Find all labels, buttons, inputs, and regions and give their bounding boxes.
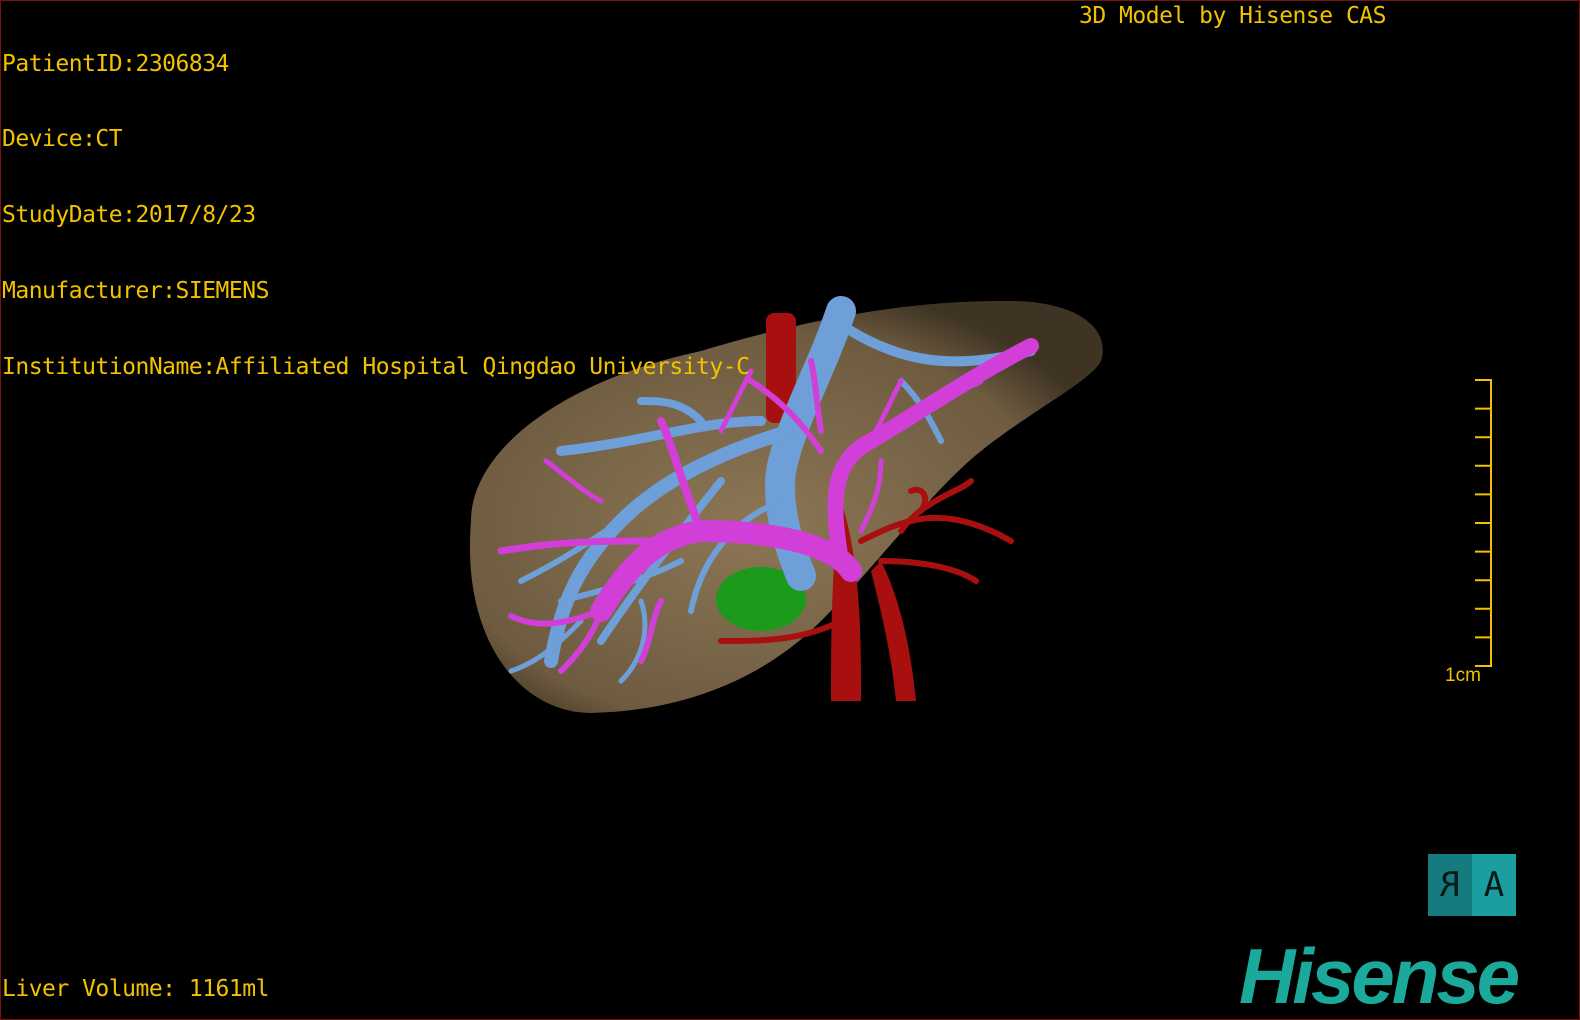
institution-name: InstitutionName:Affiliated Hospital Qing… — [2, 354, 750, 381]
scale-bar — [1475, 379, 1492, 667]
manufacturer: Manufacturer:SIEMENS — [2, 278, 269, 305]
patient-id: PatientID:2306834 — [2, 50, 229, 77]
3d-viewport[interactable]: PatientID:2306834 Device:CT StudyDate:20… — [0, 0, 1580, 1020]
hisense-logo: Hisense — [1239, 932, 1520, 1020]
orientation-anterior-face[interactable]: A — [1472, 854, 1516, 916]
liver-volume: Liver Volume: 1161ml — [2, 976, 269, 1002]
orientation-cube[interactable]: R A — [1428, 854, 1516, 916]
study-date: StudyDate:2017/8/23 — [2, 202, 256, 229]
device: Device:CT — [2, 126, 123, 153]
orientation-right-face[interactable]: R — [1428, 854, 1472, 916]
model-credit: 3D Model by Hisense CAS — [1079, 3, 1387, 29]
scale-label: 1cm — [1445, 665, 1481, 686]
dicom-info: PatientID:2306834 Device:CT StudyDate:20… — [2, 1, 750, 431]
